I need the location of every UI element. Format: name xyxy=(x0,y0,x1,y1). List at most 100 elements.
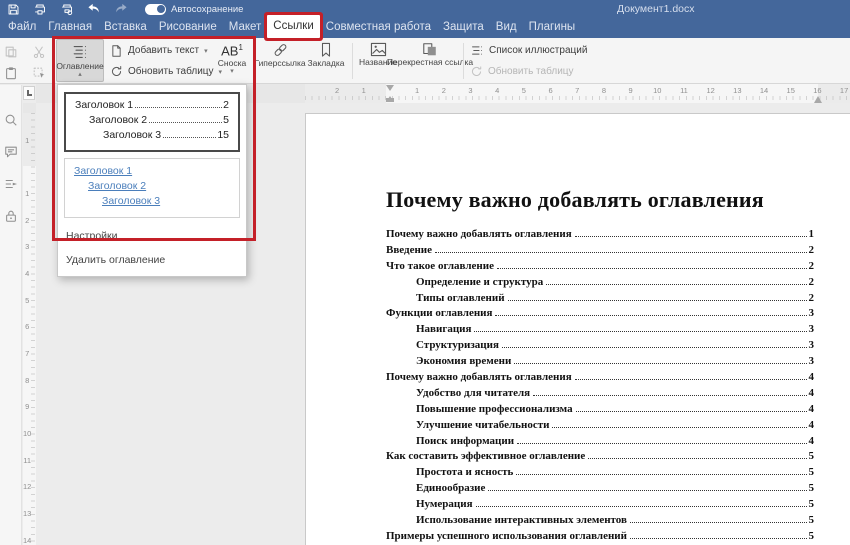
right-indent-marker[interactable] xyxy=(814,92,822,103)
dot-leader xyxy=(630,522,807,523)
copy-icon[interactable] xyxy=(3,44,19,60)
autosave-control: Автосохранение xyxy=(145,4,243,15)
chevron-down-icon: ▾ xyxy=(204,48,208,54)
toc-entry: Удобство для читателя 4 xyxy=(386,387,814,403)
dot-leader xyxy=(533,395,806,396)
figures-list-button[interactable]: Список иллюстраций xyxy=(470,42,587,59)
document-page[interactable]: Почему важно добавлять оглавления Почему… xyxy=(305,113,850,545)
ruler-number: 9 xyxy=(617,86,644,95)
ribbon-tab[interactable]: Файл xyxy=(2,16,42,38)
figures-list-label: Список иллюстраций xyxy=(489,45,587,56)
bookmark-label: Закладка xyxy=(308,59,345,68)
dot-leader xyxy=(502,347,807,348)
ribbon-tab[interactable]: Рисование xyxy=(153,16,223,38)
ribbon-tab[interactable]: Ссылки xyxy=(267,15,320,38)
ruler-number xyxy=(297,86,324,95)
separator xyxy=(352,43,353,79)
ribbon-tab[interactable]: Главная xyxy=(42,16,98,38)
ruler-number: 11 xyxy=(671,86,698,95)
chevron-down-icon: ▾ xyxy=(230,68,234,74)
tab-stop-icon xyxy=(27,90,32,96)
toc-entry: Определение и структура 2 xyxy=(386,276,814,292)
toc-settings-item[interactable]: Настройки xyxy=(58,224,246,248)
update-table-disabled-button[interactable]: Обновить таблицу xyxy=(470,63,574,80)
ruler-number: 12 xyxy=(23,474,31,501)
toc-entry: Примеры успешного использования оглавлен… xyxy=(386,530,814,545)
hyperlink-label: Гиперссылка xyxy=(254,59,305,68)
vertical-ruler-numbers: 11234567891011121314 xyxy=(23,103,31,545)
bookmark-button[interactable]: Закладка xyxy=(305,42,347,68)
ruler-number: 2 xyxy=(430,86,457,95)
cross-reference-button[interactable]: Перекрестная ссылка xyxy=(402,42,458,67)
dot-leader xyxy=(476,506,807,507)
ribbon-tab[interactable]: Плагины xyxy=(523,16,582,38)
hyperlink-button[interactable]: Гиперссылка xyxy=(256,42,304,68)
comments-icon[interactable] xyxy=(4,145,18,159)
toc-icon xyxy=(71,43,90,61)
update-table-label: Обновить таблицу xyxy=(128,66,214,77)
horizontal-ruler-numbers: 211234567891011121314151617 xyxy=(297,86,850,95)
ribbon-tab[interactable]: Вид xyxy=(490,16,523,38)
ruler-number: 7 xyxy=(564,86,591,95)
autosave-toggle[interactable] xyxy=(145,4,166,15)
separator xyxy=(463,43,464,79)
search-icon[interactable] xyxy=(4,113,18,127)
toc-entry: Повышение профессионализма 4 xyxy=(386,403,814,419)
ruler-number: 2 xyxy=(324,86,351,95)
titlebar: Автосохранение Документ1.docx ФайлГлавна… xyxy=(0,0,850,38)
redo-icon[interactable] xyxy=(114,2,128,16)
undo-icon[interactable] xyxy=(87,2,101,16)
update-table-button[interactable]: Обновить таблицу ▾ xyxy=(110,63,222,80)
ruler-number: 15 xyxy=(777,86,804,95)
footnote-button[interactable]: AB1 Сноска ▾ xyxy=(212,41,252,74)
tab-stop-selector[interactable] xyxy=(23,86,35,100)
select-icon[interactable] xyxy=(31,65,47,81)
ruler-number: 10 xyxy=(23,420,31,447)
dot-leader xyxy=(163,137,216,138)
ruler-number xyxy=(23,103,31,127)
toc-entry: Введение 2 xyxy=(386,244,814,260)
left-indent-marker[interactable] xyxy=(386,98,394,102)
dot-leader xyxy=(575,236,807,237)
paste-icon[interactable] xyxy=(3,65,19,81)
ruler-number: 14 xyxy=(23,527,31,545)
save-icon[interactable] xyxy=(6,2,20,16)
autosave-label: Автосохранение xyxy=(171,4,243,15)
toc-style-links-option[interactable]: Заголовок 1 Заголовок 2 Заголовок 3 xyxy=(64,158,240,218)
ruler-number: 7 xyxy=(23,340,31,367)
quick-print-icon[interactable] xyxy=(60,2,74,16)
dot-leader xyxy=(575,379,807,380)
table-of-contents-button[interactable]: Оглавление ▴ xyxy=(56,39,104,82)
lock-icon[interactable] xyxy=(4,209,18,223)
dot-leader xyxy=(508,300,807,301)
ruler-number: 4 xyxy=(23,260,31,287)
ruler-number xyxy=(23,153,31,180)
ribbon-toolbar: Оглавление ▴ Добавить текст ▾ Обновить т… xyxy=(0,38,850,84)
document-toc: Почему важно добавлять оглавления 1 Введ… xyxy=(386,228,814,545)
toc-entry: Экономия времени 3 xyxy=(386,355,814,371)
ribbon-tab[interactable]: Макет xyxy=(223,16,268,38)
toc-entry: Типы оглавлений 2 xyxy=(386,292,814,308)
ruler-number: 6 xyxy=(537,86,564,95)
ruler-number: 13 xyxy=(724,86,751,95)
ribbon-tab[interactable]: Защита xyxy=(437,16,490,38)
add-text-button[interactable]: Добавить текст ▾ xyxy=(110,42,208,59)
ruler-number: 1 xyxy=(350,86,377,95)
ruler-number: 5 xyxy=(511,86,538,95)
toc-entry: Навигация 3 xyxy=(386,323,814,339)
dot-leader xyxy=(435,252,806,253)
ribbon-tab[interactable]: Совместная работа xyxy=(320,16,437,38)
picture-icon xyxy=(370,42,387,57)
toc-entry: Улучшение читабельности 4 xyxy=(386,419,814,435)
ruler-number: 14 xyxy=(751,86,778,95)
cut-icon[interactable] xyxy=(31,44,47,60)
print-icon[interactable] xyxy=(33,2,47,16)
dot-leader xyxy=(630,538,807,539)
cross-reference-label: Перекрестная ссылка xyxy=(387,58,473,67)
toc-style-classic-option[interactable]: Заголовок 1 2 Заголовок 2 5 Заголовок 3 … xyxy=(64,92,240,152)
review-icon[interactable] xyxy=(4,177,18,191)
ribbon-tab[interactable]: Вставка xyxy=(98,16,153,38)
toc-entry: Как составить эффективное оглавление 5 xyxy=(386,450,814,466)
ruler-number: 5 xyxy=(23,287,31,314)
toc-remove-item[interactable]: Удалить оглавление xyxy=(58,248,246,272)
